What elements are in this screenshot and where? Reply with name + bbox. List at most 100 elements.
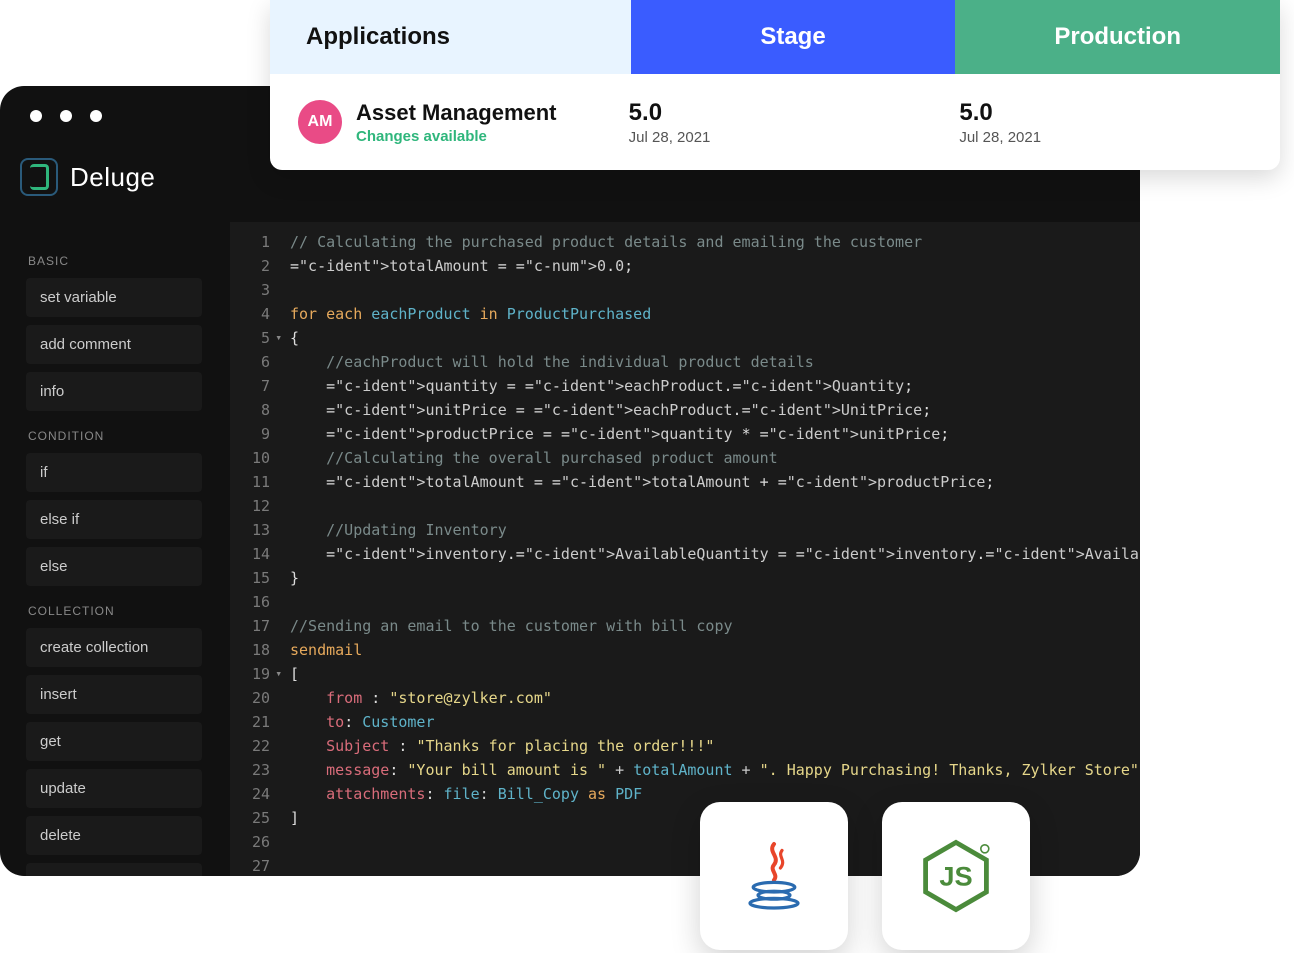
code-lines[interactable]: // Calculating the purchased product det… — [290, 230, 1130, 876]
sidebar-section-collection: COLLECTION — [28, 604, 202, 618]
line-number: 1 — [230, 230, 270, 254]
app-changes-label: Changes available — [356, 128, 557, 145]
code-line[interactable] — [290, 278, 1130, 302]
code-editor-window: Deluge BASIC set variable add comment in… — [0, 86, 1140, 876]
code-panel[interactable]: 1234567891011121314151617181920212223242… — [230, 222, 1140, 876]
line-number: 20 — [230, 686, 270, 710]
code-line[interactable]: //Updating Inventory — [290, 518, 1130, 542]
line-number: 14 — [230, 542, 270, 566]
code-line[interactable]: Subject : "Thanks for placing the order!… — [290, 734, 1130, 758]
traffic-dot-icon — [60, 110, 72, 122]
code-line[interactable]: from : "store@zylker.com" — [290, 686, 1130, 710]
snippet-add-comment[interactable]: add comment — [26, 325, 202, 364]
code-line[interactable]: ="c-ident">quantity = ="c-ident">eachPro… — [290, 374, 1130, 398]
snippet-update[interactable]: update — [26, 769, 202, 808]
node-card[interactable]: JS — [882, 802, 1030, 950]
line-number: 8 — [230, 398, 270, 422]
production-version: 5.0 — [959, 99, 1280, 127]
tab-applications[interactable]: Applications — [270, 0, 631, 74]
code-line[interactable]: ="c-ident">inventory.="c-ident">Availabl… — [290, 542, 1130, 566]
nodejs-icon: JS — [916, 836, 996, 916]
app-row: AM Asset Management Changes available 5.… — [270, 74, 1280, 170]
app-name: Asset Management — [356, 100, 557, 126]
code-line[interactable]: ="c-ident">productPrice = ="c-ident">qua… — [290, 422, 1130, 446]
line-number: 15 — [230, 566, 270, 590]
brand-name: Deluge — [70, 162, 155, 193]
production-version-cell: 5.0 Jul 28, 2021 — [949, 99, 1280, 146]
code-line[interactable] — [290, 590, 1130, 614]
line-number: 24 — [230, 782, 270, 806]
line-number: 27 — [230, 854, 270, 876]
snippet-set-variable[interactable]: set variable — [26, 278, 202, 317]
code-line[interactable]: ="c-ident">totalAmount = ="c-num">0.0; — [290, 254, 1130, 278]
tab-applications-label: Applications — [306, 23, 450, 51]
stage-version-cell: 5.0 Jul 28, 2021 — [619, 99, 950, 146]
line-number: 5 — [230, 326, 270, 350]
code-line[interactable]: ="c-ident">totalAmount = ="c-ident">tota… — [290, 470, 1130, 494]
tab-stage-label: Stage — [760, 23, 825, 51]
line-number: 10 — [230, 446, 270, 470]
line-number: 19 — [230, 662, 270, 686]
code-line[interactable]: //eachProduct will hold the individual p… — [290, 350, 1130, 374]
code-line[interactable]: message: "Your bill amount is " + totalA… — [290, 758, 1130, 782]
line-number: 22 — [230, 734, 270, 758]
line-gutter: 1234567891011121314151617181920212223242… — [230, 230, 278, 876]
snippet-sidebar: BASIC set variable add comment info COND… — [0, 222, 220, 876]
line-number: 25 — [230, 806, 270, 830]
window-traffic-lights — [30, 110, 102, 122]
sidebar-section-condition: CONDITION — [28, 429, 202, 443]
line-number: 7 — [230, 374, 270, 398]
java-icon — [734, 836, 814, 916]
traffic-dot-icon — [30, 110, 42, 122]
line-number: 26 — [230, 830, 270, 854]
tab-stage[interactable]: Stage — [631, 0, 956, 74]
snippet-for-each-element[interactable]: for each element — [26, 863, 202, 876]
header-tabs: Applications Stage Production — [270, 0, 1280, 74]
line-number: 23 — [230, 758, 270, 782]
tab-production-label: Production — [1054, 23, 1181, 51]
line-number: 17 — [230, 614, 270, 638]
code-line[interactable]: sendmail — [290, 638, 1130, 662]
sidebar-section-basic: BASIC — [28, 254, 202, 268]
line-number: 4 — [230, 302, 270, 326]
line-number: 9 — [230, 422, 270, 446]
snippet-if[interactable]: if — [26, 453, 202, 492]
snippet-info[interactable]: info — [26, 372, 202, 411]
snippet-create-collection[interactable]: create collection — [26, 628, 202, 667]
production-date: Jul 28, 2021 — [959, 129, 1280, 146]
tab-production[interactable]: Production — [955, 0, 1280, 74]
stage-date: Jul 28, 2021 — [629, 129, 950, 146]
code-line[interactable]: //Sending an email to the customer with … — [290, 614, 1130, 638]
code-line[interactable]: [ — [290, 662, 1130, 686]
line-number: 6 — [230, 350, 270, 374]
line-number: 2 — [230, 254, 270, 278]
snippet-else[interactable]: else — [26, 547, 202, 586]
line-number: 12 — [230, 494, 270, 518]
snippet-else-if[interactable]: else if — [26, 500, 202, 539]
code-line[interactable]: to: Customer — [290, 710, 1130, 734]
line-number: 16 — [230, 590, 270, 614]
line-number: 13 — [230, 518, 270, 542]
code-line[interactable]: ="c-ident">unitPrice = ="c-ident">eachPr… — [290, 398, 1130, 422]
line-number: 11 — [230, 470, 270, 494]
code-line[interactable]: // Calculating the purchased product det… — [290, 230, 1130, 254]
avatar-initials: AM — [308, 113, 333, 131]
java-card[interactable] — [700, 802, 848, 950]
traffic-dot-icon — [90, 110, 102, 122]
snippet-get[interactable]: get — [26, 722, 202, 761]
brand: Deluge — [20, 158, 155, 196]
deluge-logo-icon — [20, 158, 58, 196]
app-avatar: AM — [298, 100, 342, 144]
stage-version: 5.0 — [629, 99, 950, 127]
code-line[interactable]: //Calculating the overall purchased prod… — [290, 446, 1130, 470]
svg-text:JS: JS — [939, 861, 972, 892]
code-line[interactable]: { — [290, 326, 1130, 350]
snippet-insert[interactable]: insert — [26, 675, 202, 714]
app-cell[interactable]: AM Asset Management Changes available — [270, 100, 619, 145]
line-number: 21 — [230, 710, 270, 734]
code-line[interactable] — [290, 494, 1130, 518]
line-number: 3 — [230, 278, 270, 302]
code-line[interactable]: for each eachProduct in ProductPurchased — [290, 302, 1130, 326]
snippet-delete[interactable]: delete — [26, 816, 202, 855]
code-line[interactable]: } — [290, 566, 1130, 590]
